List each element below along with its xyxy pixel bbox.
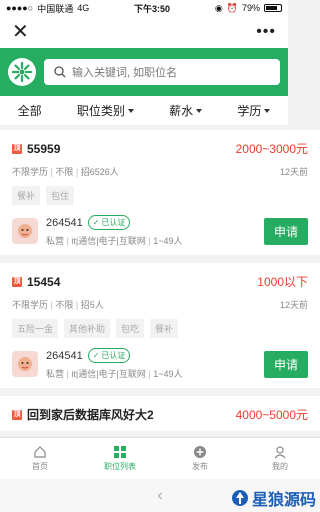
company-meta: 私营it|通信|电子|互联网1~49人 [46, 234, 256, 247]
back-icon[interactable]: ‹ [157, 487, 162, 505]
verified-badge: ✓ 已认证 [87, 348, 131, 363]
caret-down-icon [196, 108, 203, 113]
company-name: 264541 [46, 349, 83, 362]
job-requirements: 不限学历不限招6526人 [12, 165, 119, 178]
tab-publish[interactable]: 发布 [160, 438, 240, 479]
filter-all[interactable]: 全部 [18, 102, 42, 119]
filter-label: 学历 [237, 104, 262, 118]
requirement-experience: 不限 [48, 300, 73, 310]
job-title: 15454 [27, 274, 61, 289]
job-salary: 2000~3000元 [235, 142, 308, 156]
clock: 下午3:50 [134, 3, 171, 14]
tab-label: 首页 [32, 462, 48, 471]
requirement-headcount: 招5人 [73, 300, 103, 310]
lock-icon: ◉ [214, 2, 223, 13]
job-list: 顶 55959 2000~3000元 不限学历不限招6526人 12天前 餐补 … [0, 130, 320, 431]
company-avatar [12, 351, 38, 377]
posted-time: 12天前 [279, 300, 308, 310]
verified-label: 已认证 [101, 351, 126, 360]
apply-button[interactable]: 申请 [263, 217, 308, 245]
requirement-headcount: 招6526人 [73, 167, 118, 177]
filter-education[interactable]: 学历 [237, 102, 271, 119]
user-icon [274, 446, 286, 459]
benefit-tag: 餐补 [12, 186, 41, 205]
job-requirements: 不限学历不限招5人 [12, 298, 104, 311]
job-card[interactable]: 顶 55959 2000~3000元 不限学历不限招6526人 12天前 餐补 … [0, 130, 320, 255]
company-size: 1~49人 [146, 369, 183, 379]
search-placeholder: 输入关键词, 如职位名 [72, 67, 178, 79]
alarm-icon: ⏰ [226, 2, 238, 13]
job-card[interactable]: 顶 15454 1000以下 不限学历不限招5人 12天前 五险一金 其他补助 … [0, 263, 320, 388]
tab-bar: 首页 职位列表 发布 我的 [0, 437, 320, 479]
filter-label: 全部 [17, 104, 42, 118]
watermark: 星狼源码 [231, 486, 316, 510]
company-meta: 私营it|通信|电子|互联网1~49人 [46, 367, 256, 380]
status-bar: ●●●●○ 中国联通 4G 下午3:50 ◉ ⏰ 79% [0, 0, 288, 16]
requirement-experience: 不限 [48, 167, 73, 177]
posted-time: 12天前 [279, 167, 308, 177]
filter-label: 薪水 [169, 104, 194, 118]
grid-icon [114, 446, 126, 458]
benefit-tag: 包吃 [116, 319, 145, 338]
battery-icon [263, 4, 282, 12]
tab-label: 我的 [272, 462, 288, 471]
verified-label: 已认证 [101, 218, 126, 227]
apply-button[interactable]: 申请 [263, 350, 308, 378]
pinned-badge: 顶 [12, 409, 22, 420]
benefit-tag: 包住 [46, 186, 75, 205]
carrier: 中国联通 [37, 3, 74, 14]
job-salary: 4000~5000元 [235, 408, 308, 422]
benefit-tags: 餐补 包住 [12, 186, 308, 205]
search-icon [54, 66, 66, 78]
benefit-tag: 五险一金 [12, 319, 59, 338]
filter-label: 职位类别 [76, 104, 125, 118]
caret-down-icon [127, 108, 134, 113]
company-industry: it|通信|电子|互联网 [64, 236, 146, 246]
battery-percent: 79% [241, 3, 260, 13]
watermark-text: 星狼源码 [251, 492, 316, 509]
company-name: 264541 [46, 216, 83, 229]
verified-badge: ✓ 已认证 [87, 215, 131, 230]
tab-home[interactable]: 首页 [0, 438, 80, 479]
requirement-education: 不限学历 [12, 300, 49, 310]
close-icon[interactable]: ✕ [12, 22, 29, 42]
company-type: 私营 [46, 369, 65, 379]
job-title: 55959 [27, 141, 61, 156]
watermark-logo-icon [231, 490, 248, 506]
company-avatar [12, 218, 38, 244]
benefit-tag: 餐补 [150, 319, 179, 338]
benefit-tags: 五险一金 其他补助 包吃 餐补 [12, 319, 308, 338]
tab-label: 发布 [192, 462, 208, 471]
plus-circle-icon [194, 446, 206, 458]
filter-salary[interactable]: 薪水 [169, 102, 203, 119]
check-shield-icon: ✓ [92, 218, 100, 227]
benefit-tag: 其他补助 [64, 319, 111, 338]
company-size: 1~49人 [146, 236, 183, 246]
search-input[interactable]: 输入关键词, 如职位名 [44, 59, 280, 85]
signal-icon: ●●●●○ [6, 3, 34, 13]
browser-bottom-bar: ‹ 星狼源码 [0, 479, 320, 512]
top-bar: ✕ ••• [0, 16, 288, 48]
filter-bar: 全部 职位类别 薪水 学历 [0, 96, 288, 126]
job-salary: 1000以下 [257, 275, 308, 289]
tab-mine[interactable]: 我的 [240, 438, 320, 479]
network: 4G [77, 3, 90, 13]
company-industry: it|通信|电子|互联网 [64, 369, 146, 379]
tab-label: 职位列表 [104, 462, 136, 471]
requirement-education: 不限学历 [12, 167, 49, 177]
company-type: 私营 [46, 236, 65, 246]
check-shield-icon: ✓ [92, 351, 100, 360]
pinned-badge: 顶 [12, 276, 22, 287]
job-title: 回到家后数据库风好大2 [27, 408, 154, 422]
search-bar: 输入关键词, 如职位名 [0, 48, 288, 96]
tab-job-list[interactable]: 职位列表 [80, 438, 160, 479]
app-logo [8, 58, 36, 86]
job-card[interactable]: 顶 回到家后数据库风好大2 4000~5000元 [0, 396, 320, 431]
caret-down-icon [264, 108, 271, 113]
more-icon[interactable]: ••• [256, 23, 276, 41]
filter-category[interactable]: 职位类别 [77, 102, 134, 119]
pinned-badge: 顶 [12, 143, 22, 154]
home-icon [34, 446, 46, 458]
